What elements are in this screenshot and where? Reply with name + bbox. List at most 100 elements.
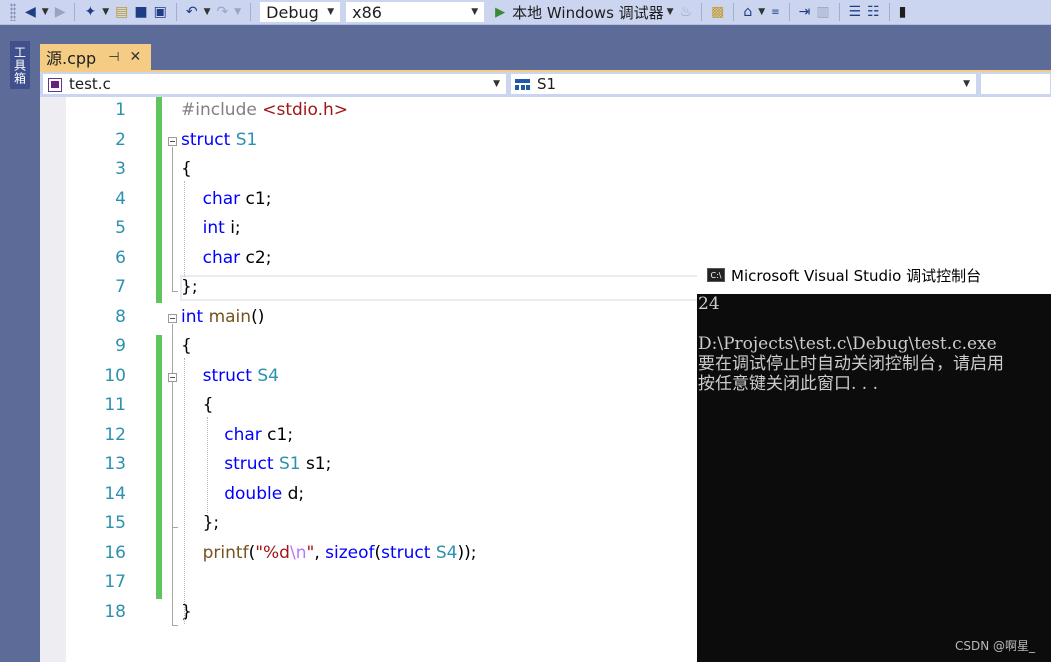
collapse-main-icon[interactable]: [168, 314, 177, 323]
code-token: S1: [235, 129, 258, 150]
code-token: <stdio.h>: [262, 100, 349, 120]
collapse-struct-s4-icon[interactable]: [168, 373, 177, 382]
new-project-icon[interactable]: ✦: [81, 1, 99, 23]
line-number: 6: [115, 247, 126, 268]
forward-icon[interactable]: ▶: [52, 1, 69, 23]
change-marker: [156, 97, 162, 303]
chevron-down-icon: ▼: [493, 79, 500, 89]
solution-config-select[interactable]: Debug ▼: [259, 1, 342, 23]
code-line[interactable]: int main(): [181, 307, 264, 327]
code-line[interactable]: char c2;: [181, 247, 272, 268]
save-icon[interactable]: ■: [131, 1, 150, 23]
line-number: 8: [115, 306, 126, 327]
redo-icon[interactable]: ↷: [214, 1, 232, 23]
toolbar-grip[interactable]: [10, 3, 16, 21]
line-number: 9: [115, 336, 126, 356]
comment-icon[interactable]: ☰: [846, 1, 865, 23]
code-token: };: [181, 513, 220, 533]
code-line[interactable]: struct S4: [181, 366, 279, 386]
code-token: struct: [202, 365, 258, 386]
code-token: {: [181, 336, 192, 356]
save-all-icon[interactable]: ▣: [151, 1, 170, 23]
bookmark-icon[interactable]: ▮: [896, 1, 910, 23]
code-line[interactable]: }: [181, 602, 192, 622]
collapse-struct-s1-icon[interactable]: [168, 137, 177, 146]
close-icon[interactable]: ✕: [130, 49, 142, 65]
toolbox-tab[interactable]: 工具箱: [10, 41, 30, 89]
code-token: \n: [289, 542, 307, 563]
code-token: {: [181, 395, 214, 415]
function-scope-select[interactable]: [980, 73, 1051, 95]
main-toolbar: ◀ ▼ ▶ ✦ ▼ ▤ ■ ▣ ↶ ▼ ↷ ▼ Debug ▼ x86 ▼ ▶ …: [0, 0, 1051, 25]
line-number: 2: [115, 129, 126, 150]
line-number: 5: [115, 218, 126, 238]
start-debugging-button[interactable]: ▶ 本地 Windows 调试器 ▼: [495, 2, 676, 23]
code-token: c1;: [261, 424, 294, 445]
line-number: 13: [104, 454, 126, 474]
debug-console-window[interactable]: C:\ Microsoft Visual Studio 调试控制台 24 D:\…: [697, 256, 1051, 662]
code-line[interactable]: struct S1: [181, 130, 257, 150]
outline-line: [172, 383, 173, 527]
code-token: ,: [314, 542, 326, 563]
code-token: char: [224, 424, 262, 445]
code-line[interactable]: {: [181, 336, 192, 356]
code-line[interactable]: {: [181, 159, 192, 179]
line-number: 1: [115, 100, 126, 120]
current-line-highlight: [180, 275, 700, 301]
undo-icon[interactable]: ↶: [183, 1, 201, 23]
code-token: {: [181, 159, 192, 179]
struct-icon: [515, 78, 531, 90]
code-line[interactable]: struct S1 s1;: [181, 454, 331, 474]
back-icon[interactable]: ◀: [22, 1, 39, 23]
code-token: S4: [257, 365, 279, 386]
toolbar-separator: [733, 3, 735, 21]
code-line[interactable]: {: [181, 395, 214, 415]
pin-icon[interactable]: ⊣: [108, 50, 119, 65]
code-token: int: [181, 306, 209, 327]
code-token: }: [181, 601, 192, 622]
toolbar-overflow-icon[interactable]: ≡: [768, 1, 782, 23]
redo-dropdown-icon[interactable]: ▼: [234, 7, 241, 17]
code-token: c1;: [240, 188, 272, 209]
outline-end: [172, 291, 178, 292]
code-token: c2;: [240, 247, 272, 268]
code-line[interactable]: #include <stdio.h>: [181, 100, 348, 120]
indent-guide: [184, 358, 185, 624]
hot-reload-icon[interactable]: ♨: [677, 1, 696, 23]
console-title-bar[interactable]: C:\ Microsoft Visual Studio 调试控制台: [697, 256, 1051, 294]
member-scope-select[interactable]: S1 ▼: [510, 73, 977, 95]
home-dropdown-icon[interactable]: ▼: [758, 7, 765, 17]
console-output-line: 按任意键关闭此窗口. . .: [698, 374, 879, 394]
home-icon[interactable]: ⌂: [740, 1, 755, 23]
code-token: printf: [202, 542, 249, 563]
code-token: struct: [181, 129, 236, 150]
undo-dropdown-icon[interactable]: ▼: [204, 7, 211, 17]
platform-select[interactable]: x86 ▼: [345, 1, 486, 23]
line-number: 18: [104, 601, 126, 622]
project-scope-select[interactable]: test.c ▼: [42, 73, 507, 95]
code-token: struct: [381, 542, 436, 563]
uncomment-icon[interactable]: ☷: [864, 1, 883, 23]
code-line[interactable]: printf("%d\n", sizeof(struct S4));: [181, 542, 477, 563]
code-line[interactable]: char c1;: [181, 425, 293, 445]
tab-source-file[interactable]: 源.cpp ⊣ ✕: [40, 44, 151, 70]
new-dropdown-icon[interactable]: ▼: [102, 7, 109, 17]
chevron-down-icon[interactable]: ▼: [667, 7, 674, 17]
code-line[interactable]: };: [181, 513, 220, 533]
step-icon[interactable]: ⇥: [796, 1, 814, 23]
back-dropdown-icon[interactable]: ▼: [42, 7, 49, 17]
code-line[interactable]: int i;: [181, 218, 241, 238]
line-number: 10: [104, 365, 126, 386]
bookmark-list-icon[interactable]: ▥: [813, 1, 832, 23]
code-line[interactable]: char c1;: [181, 188, 272, 209]
open-folder-icon[interactable]: ▤: [112, 1, 131, 23]
code-line[interactable]: double d;: [181, 484, 304, 504]
line-number: 3: [115, 159, 126, 179]
member-scope-value: S1: [537, 75, 557, 93]
find-in-files-icon[interactable]: ▩: [708, 1, 727, 23]
start-debugging-label: 本地 Windows 调试器: [512, 3, 664, 22]
solution-config-value: Debug: [266, 2, 319, 22]
